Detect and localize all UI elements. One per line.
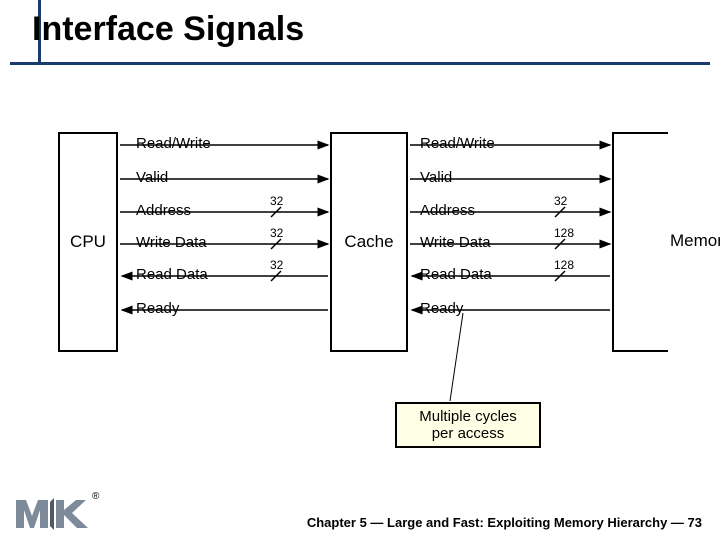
sig-right-rw: Read/Write <box>420 135 495 152</box>
title-area: Interface Signals <box>32 10 304 49</box>
sig-left-rdata: Read Data <box>136 266 208 283</box>
sig-left-rw: Read/Write <box>136 135 211 152</box>
bits-left-addr: 32 <box>270 194 283 208</box>
page-title: Interface Signals <box>32 10 304 49</box>
bits-right-rdata: 128 <box>554 258 574 272</box>
footer-text: Chapter 5 — Large and Fast: Exploiting M… <box>307 515 702 530</box>
annotation-box: Multiple cycles per access <box>395 402 541 448</box>
sig-left-addr: Address <box>136 202 191 219</box>
registered-icon: ® <box>92 491 99 502</box>
sig-left-wdata: Write Data <box>136 234 207 251</box>
bits-left-wdata: 32 <box>270 226 283 240</box>
sig-right-addr: Address <box>420 202 475 219</box>
sig-left-valid: Valid <box>136 169 168 186</box>
sig-right-ready: Ready <box>420 300 463 317</box>
bits-right-wdata: 128 <box>554 226 574 240</box>
sig-right-rdata: Read Data <box>420 266 492 283</box>
interface-diagram: CPU Cache Memory <box>58 132 678 362</box>
sig-left-ready: Ready <box>136 300 179 317</box>
title-underline <box>10 62 710 65</box>
sig-right-valid: Valid <box>420 169 452 186</box>
sig-right-wdata: Write Data <box>420 234 491 251</box>
bits-left-rdata: 32 <box>270 258 283 272</box>
publisher-logo <box>14 496 92 530</box>
bits-right-addr: 32 <box>554 194 567 208</box>
annotation-text: Multiple cycles per access <box>419 408 517 442</box>
